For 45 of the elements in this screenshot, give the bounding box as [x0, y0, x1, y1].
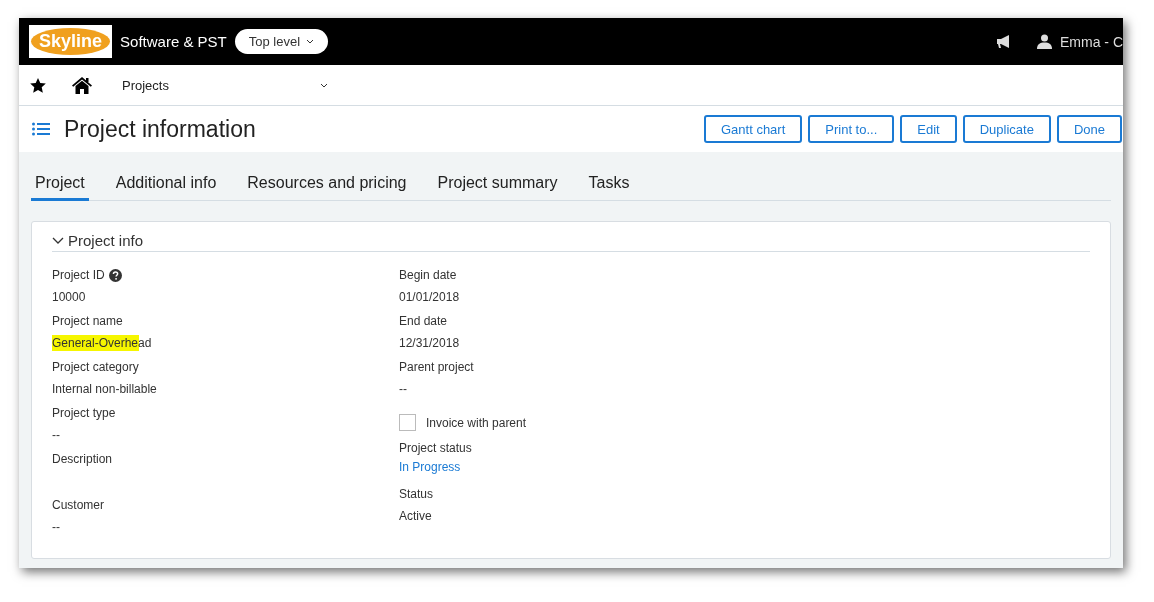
list-icon[interactable]	[32, 122, 50, 136]
field-label: Status	[399, 487, 434, 501]
action-button[interactable]: Duplicate	[962, 115, 1051, 143]
action-button[interactable]: Edit	[900, 115, 957, 143]
tab[interactable]: Additional info	[111, 170, 221, 201]
field-value: 01/01/2018	[399, 289, 460, 305]
tab[interactable]: Project summary	[433, 170, 562, 201]
field-value: Internal non-billable	[52, 381, 157, 397]
status-link[interactable]: In Progress	[399, 460, 746, 474]
checkbox[interactable]	[399, 414, 416, 431]
user-name[interactable]: Emma - C	[1060, 33, 1123, 50]
home-icon[interactable]	[72, 76, 92, 94]
help-icon[interactable]	[108, 268, 122, 282]
field-label: Customer	[52, 498, 104, 512]
field-value: --	[52, 519, 60, 535]
level-dropdown[interactable]: Top level	[234, 29, 329, 54]
field-label: Project status	[399, 441, 473, 455]
field-value: 10000	[52, 289, 86, 305]
chevron-down-icon	[306, 39, 315, 44]
field-value: --	[52, 427, 60, 443]
user-icon	[1037, 34, 1052, 49]
field-label: Parent project	[399, 360, 474, 374]
field-label: Project type	[52, 406, 116, 420]
tab[interactable]: Project	[31, 170, 89, 201]
field-value: Active	[399, 508, 432, 524]
action-button[interactable]: Print to...	[808, 115, 895, 143]
chevron-down-icon	[320, 82, 328, 88]
field-label: Project ID	[52, 268, 105, 282]
field-label: Invoice with parent	[426, 415, 527, 430]
action-button[interactable]: Gantt chart	[703, 115, 803, 143]
field-label: Project name	[52, 314, 123, 328]
field-label: Begin date	[399, 268, 457, 282]
section-header[interactable]: Project info	[52, 232, 1090, 252]
breadcrumb-dropdown[interactable]: Projects	[122, 77, 328, 93]
field-value: 12/31/2018	[399, 335, 460, 351]
field-label: Description	[52, 452, 113, 466]
tab[interactable]: Tasks	[584, 170, 634, 201]
tab[interactable]: Resources and pricing	[243, 170, 411, 201]
action-button[interactable]: Done	[1056, 115, 1122, 143]
star-icon[interactable]	[30, 77, 46, 93]
page-title: Project information	[64, 115, 256, 143]
field-label: End date	[399, 314, 448, 328]
field-value: --	[399, 381, 407, 397]
field-label: Project category	[52, 360, 139, 374]
company-name: Software & PST	[120, 33, 227, 50]
